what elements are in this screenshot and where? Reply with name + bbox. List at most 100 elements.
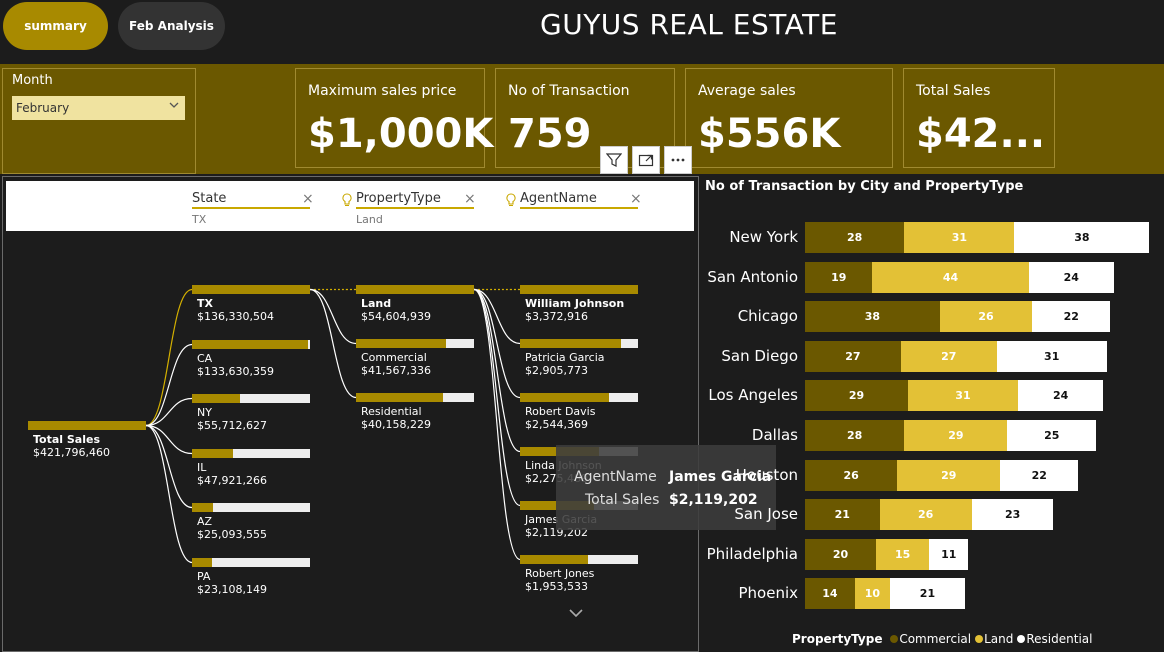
tree-node-property-bar[interactable] [356,393,474,402]
legend-dot [975,635,984,643]
bar-segment[interactable]: 10 [854,578,891,609]
tree-node-state-bar[interactable] [192,558,310,567]
tree-node-agent-bar[interactable] [520,393,638,402]
tree-connector [309,288,357,399]
tree-node-label: TX [197,297,213,310]
category-label: Chicago [737,307,798,325]
tree-node-value: $2,544,369 [525,418,588,431]
kpi-card-average-sales: Average sales $556K [685,68,893,168]
category-label: Phoenix [738,584,798,602]
legend-item[interactable]: Residential [1026,632,1092,646]
bar-segment[interactable]: 31 [904,222,1015,253]
bar-segment[interactable]: 22 [1032,301,1111,332]
tree-node-label: Robert Jones [525,567,595,580]
tree-node-value: $3,372,916 [525,310,588,323]
legend-dot [1017,635,1026,643]
tree-node-property-bar[interactable] [356,339,474,348]
tree-node-agent-bar[interactable] [520,285,638,294]
bar-segment[interactable]: 24 [1028,262,1114,293]
category-label: Houston [735,466,798,484]
bar-segment[interactable]: 27 [900,341,997,372]
bar-segment[interactable]: 21 [890,578,965,609]
tree-connector [473,288,521,561]
kpi-card-total-sales: Total Sales $42... [903,68,1055,168]
tree-node-label: Robert Davis [525,405,596,418]
chart-legend: PropertyType Commercial Land Residential [792,632,1092,646]
tree-connector [309,288,357,345]
tree-node-value: $55,712,627 [197,419,267,432]
category-label: San Antonio [707,268,798,286]
bar-segment[interactable]: 26 [939,301,1033,332]
tree-node-state-bar[interactable] [192,503,310,512]
bar-segment[interactable]: 23 [971,499,1054,530]
bar-segment[interactable]: 19 [805,262,873,293]
bar-segment[interactable]: 31 [907,380,1018,411]
tree-node-state-bar[interactable] [192,394,310,403]
tree-connector [145,288,193,427]
tree-node-value: $54,604,939 [361,310,431,323]
bar-segment[interactable]: 26 [805,460,898,491]
legend-item[interactable]: Land [984,632,1013,646]
bar-segment[interactable]: 22 [1000,460,1079,491]
bar-segment[interactable]: 31 [996,341,1107,372]
tree-node-value: $133,630,359 [197,365,274,378]
tree-node-value: $41,567,336 [361,364,431,377]
tree-node-label: Land [361,297,392,310]
tree-node-label: IL [197,461,207,474]
tree-node-state-bar[interactable] [192,340,310,349]
category-label: Los Angeles [708,386,798,404]
tree-node-label: William Johnson [525,297,625,310]
bar-segment[interactable]: 15 [876,539,930,570]
category-label: New York [729,228,798,246]
tree-node-label: AZ [197,515,213,528]
tree-node-label: Residential [361,405,422,418]
bar-segment[interactable]: 21 [805,499,880,530]
bar-segment[interactable]: 14 [805,578,855,609]
legend-item[interactable]: Commercial [899,632,971,646]
tree-node-label: Commercial [361,351,427,364]
tree-node-state-bar[interactable] [192,449,310,458]
tree-node-value: $40,158,229 [361,418,431,431]
bar-segment[interactable]: 28 [805,222,905,253]
bar-segment[interactable]: 11 [929,539,969,570]
category-label: San Jose [734,505,798,523]
tree-node-label: PA [197,570,211,583]
legend-title: PropertyType [792,632,883,646]
tree-connector [145,424,193,564]
tree-node-root-bar[interactable] [28,421,146,430]
category-label: Philadelphia [706,545,798,563]
tree-node-label: NY [197,406,212,419]
category-label: Dallas [751,426,798,444]
tree-node-value: $47,921,266 [197,474,267,487]
bar-segment[interactable]: 29 [904,420,1008,451]
tree-node-value: $421,796,460 [33,446,110,459]
tree-node-label: Patricia Garcia [525,351,605,364]
kpi-label: Average sales [698,83,796,99]
bar-segment[interactable]: 28 [805,420,905,451]
bar-segment[interactable]: 27 [805,341,901,372]
kpi-value: $42... [916,111,1046,157]
bar-segment[interactable]: 29 [805,380,908,411]
tree-node-property-bar[interactable] [356,285,474,294]
bar-segment[interactable]: 29 [897,460,1001,491]
bar-segment[interactable]: 38 [805,301,940,332]
tooltip-key: AgentName [574,469,657,485]
chart-title: No of Transaction by City and PropertyTy… [705,179,1024,194]
tree-connector [473,288,521,507]
bar-segment[interactable]: 26 [879,499,972,530]
tree-node-agent-bar[interactable] [520,555,638,564]
bar-segment[interactable]: 38 [1014,222,1150,253]
tree-node-value: $25,093,555 [197,528,267,541]
bar-segment[interactable]: 44 [872,262,1029,293]
tree-node-value: $1,953,533 [525,580,588,593]
chevron-down-icon[interactable] [569,608,583,618]
tree-node-state-bar[interactable] [192,285,310,294]
bar-segment[interactable]: 24 [1018,380,1104,411]
tree-node-value: $2,905,773 [525,364,588,377]
bar-segment[interactable]: 20 [805,539,876,570]
bar-segment[interactable]: 25 [1007,420,1097,451]
tree-node-agent-bar[interactable] [520,339,638,348]
kpi-label: Total Sales [916,83,991,99]
tree-connector [473,288,521,399]
category-label: San Diego [721,347,798,365]
